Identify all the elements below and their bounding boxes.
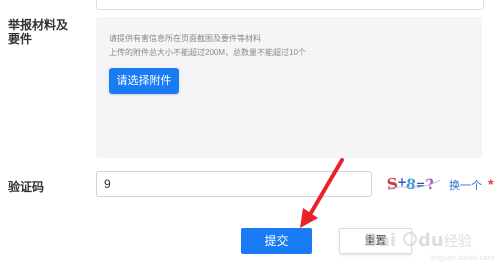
svg-text:=: = — [416, 178, 425, 191]
upload-hint-2: 上传的附件总大小不能超过200M，总数量不能超过10个 — [109, 48, 306, 57]
svg-text:jingyan.baidu.com: jingyan.baidu.com — [429, 254, 495, 262]
red-arrow-icon — [300, 158, 344, 228]
materials-label: 举报材料及要件 — [8, 18, 69, 46]
svg-text:经验: 经验 — [444, 234, 472, 250]
captcha-label: 验证码 — [8, 180, 45, 194]
select-attachment-button[interactable]: 请选择附件 — [109, 68, 179, 94]
svg-text:8: 8 — [405, 176, 417, 193]
upload-hint-1: 请提供有害信息所在页面截图及要件等材料 — [109, 34, 261, 43]
change-captcha-link[interactable]: 换一个 — [449, 177, 482, 193]
svg-text:Bai: Bai — [364, 230, 396, 251]
upload-area: 请提供有害信息所在页面截图及要件等材料 上传的附件总大小不能超过200M，总数量… — [96, 17, 482, 158]
svg-text:du: du — [418, 230, 444, 251]
svg-text:?: ? — [425, 176, 436, 193]
captcha-image[interactable]: S + 8 = ? — [386, 172, 442, 194]
required-mark: * — [488, 176, 494, 192]
baidu-watermark: Bai du 经验 jingyan.baidu.com — [364, 230, 495, 262]
previous-field-bottom — [96, 0, 484, 10]
